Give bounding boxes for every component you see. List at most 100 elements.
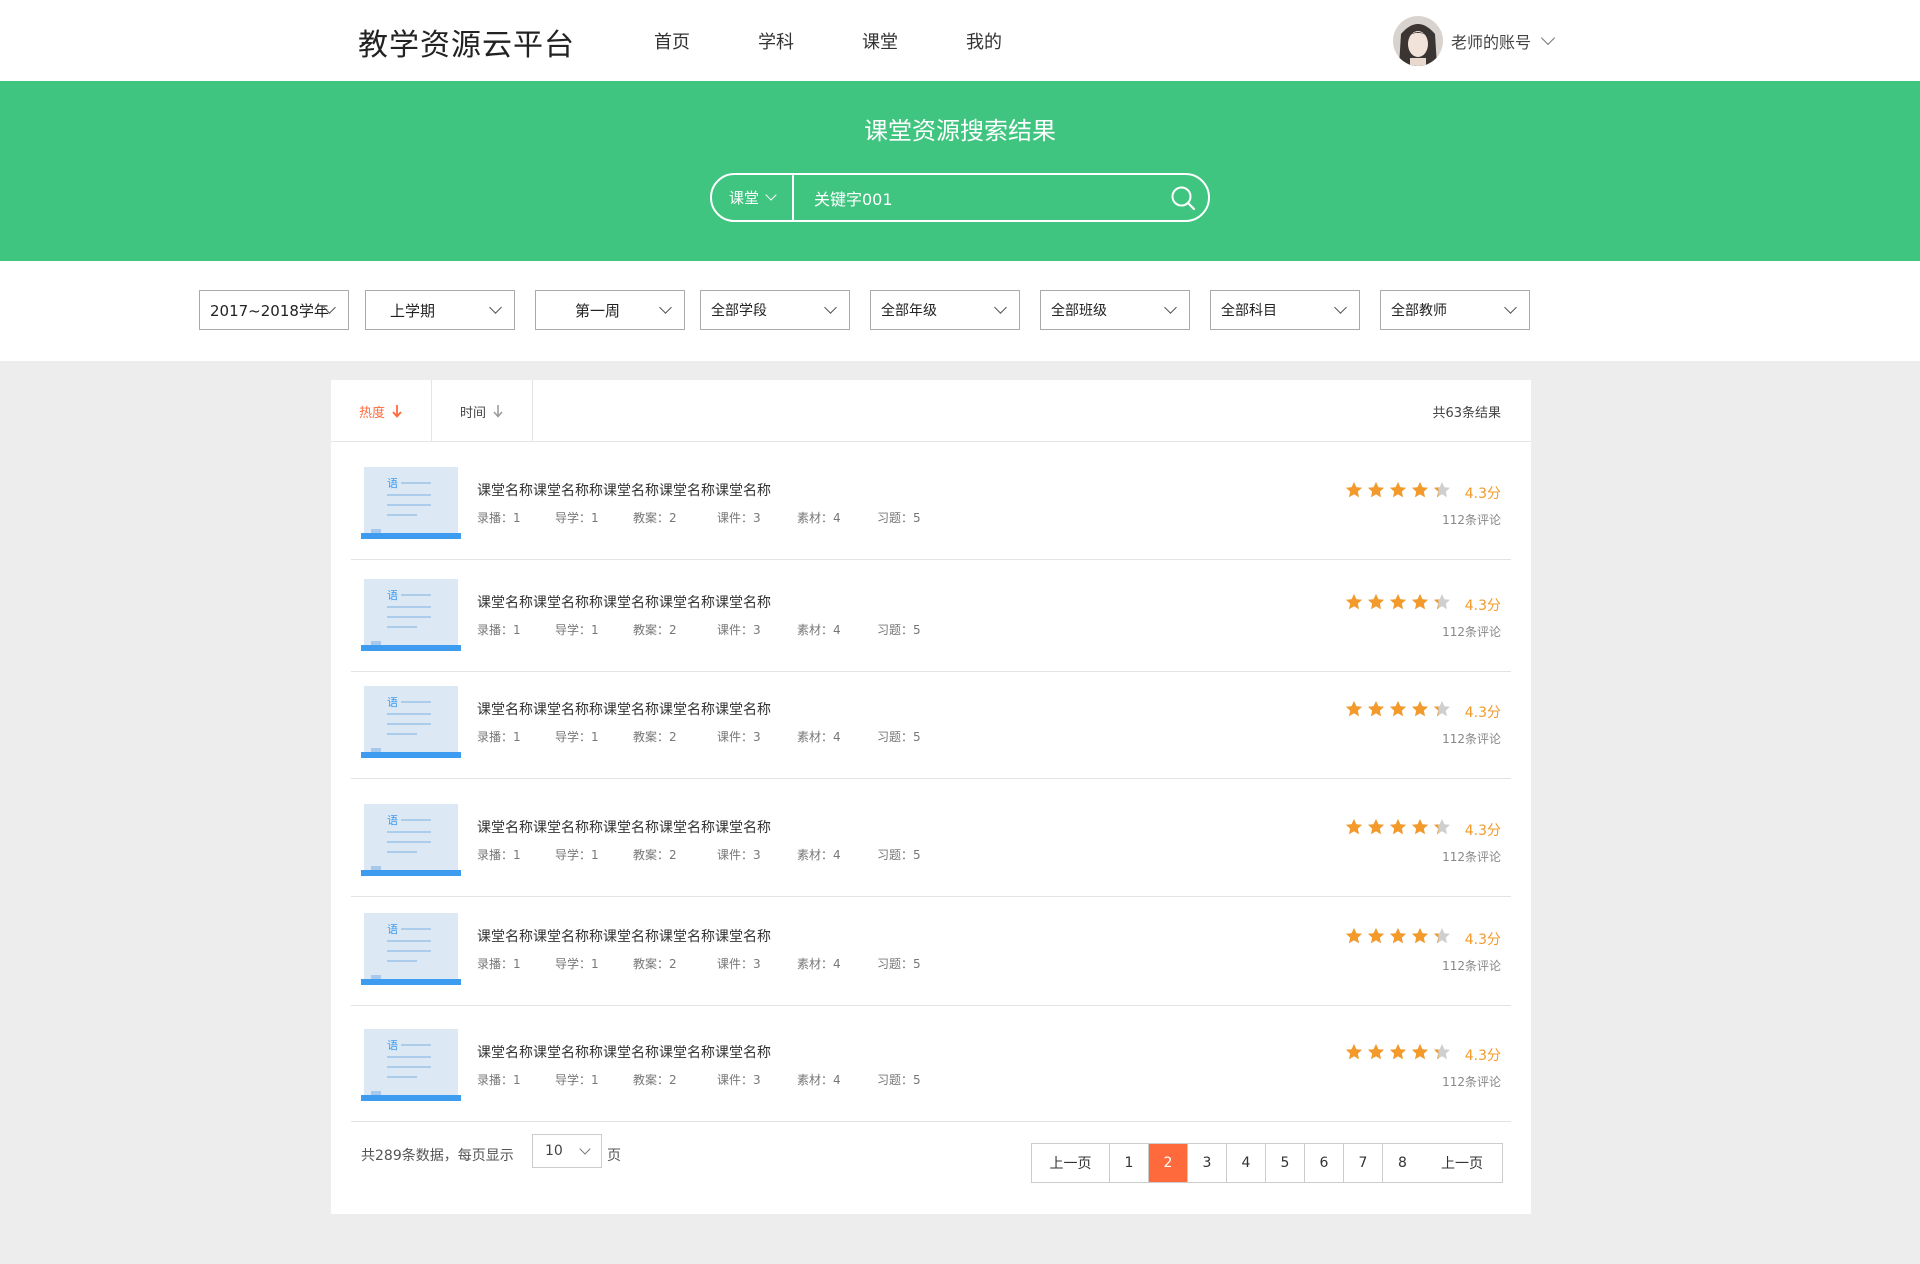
nav-subject[interactable]: 学科 [758, 28, 794, 54]
star-icon [1434, 701, 1450, 717]
result-row[interactable]: 语 课堂名称课堂名称称课堂名称课堂名称课堂名称 录播：1 导学：1 教案：2 课件：3… [351, 785, 1511, 897]
result-stat: 习题：5 [877, 848, 921, 862]
star-icon [1434, 594, 1450, 610]
star-icon [1346, 928, 1362, 944]
rating-stars [1341, 481, 1451, 501]
result-stat: 导学：1 [555, 730, 599, 744]
result-stat: 录播：1 [477, 957, 521, 971]
page-size-select[interactable]: 10 [532, 1134, 602, 1168]
stage-select[interactable]: 全部学段 [700, 290, 850, 330]
review-count[interactable]: 112条评论 [1442, 511, 1501, 528]
search-button[interactable] [1158, 175, 1208, 220]
class-select[interactable]: 全部班级 [1040, 290, 1190, 330]
result-thumbnail[interactable]: 语 [361, 804, 461, 876]
account-menu[interactable]: 老师的账号 [1393, 15, 1556, 67]
search-input[interactable] [794, 175, 1158, 220]
result-stat: 课件：3 [717, 1073, 761, 1087]
result-title[interactable]: 课堂名称课堂名称称课堂名称课堂名称课堂名称 [477, 1042, 771, 1062]
page-number-button[interactable]: 4 [1227, 1144, 1266, 1182]
result-stat: 录播：1 [477, 848, 521, 862]
subject-select[interactable]: 全部科目 [1210, 290, 1360, 330]
rating-score: 4.3分 [1464, 486, 1501, 502]
rating-stars [1341, 1043, 1451, 1063]
page-number-button[interactable]: 8 [1383, 1144, 1422, 1182]
nav-classroom[interactable]: 课堂 [862, 28, 898, 54]
star-icon [1412, 928, 1428, 944]
sort-label: 热度 [358, 405, 385, 421]
avatar[interactable] [1393, 16, 1443, 66]
result-stat: 素材：4 [797, 623, 841, 637]
result-stat: 录播：1 [477, 730, 521, 744]
star-icon [1412, 482, 1428, 498]
result-stat: 课件：3 [717, 957, 761, 971]
result-count: 共63条结果 [1432, 406, 1501, 421]
result-title[interactable]: 课堂名称课堂名称称课堂名称课堂名称课堂名称 [477, 817, 771, 837]
review-count[interactable]: 112条评论 [1442, 1073, 1501, 1090]
result-row[interactable]: 语 课堂名称课堂名称称课堂名称课堂名称课堂名称 录播：1 导学：1 教案：2 课件：3… [351, 448, 1511, 560]
teacher-select[interactable]: 全部教师 [1380, 290, 1530, 330]
grade-select[interactable]: 全部年级 [870, 290, 1020, 330]
star-icon [1412, 701, 1428, 717]
result-title[interactable]: 课堂名称课堂名称称课堂名称课堂名称课堂名称 [477, 926, 771, 946]
star-icon [1346, 482, 1362, 498]
result-thumbnail[interactable]: 语 [361, 1029, 461, 1101]
prev-page-button[interactable]: 上一页 [1032, 1144, 1110, 1182]
result-title[interactable]: 课堂名称课堂名称称课堂名称课堂名称课堂名称 [477, 592, 771, 612]
result-stat: 教案：2 [633, 730, 677, 744]
rating-score: 4.3分 [1464, 705, 1501, 721]
result-stat: 导学：1 [555, 1073, 599, 1087]
star-icon [1368, 482, 1384, 498]
select-value: 上学期 [390, 301, 436, 320]
result-stat: 录播：1 [477, 623, 521, 637]
search-scope-select[interactable]: 课堂 [712, 175, 794, 220]
select-value: 全部学段 [711, 303, 767, 319]
result-stat: 素材：4 [797, 957, 841, 971]
result-stat: 习题：5 [877, 730, 921, 744]
result-title[interactable]: 课堂名称课堂名称称课堂名称课堂名称课堂名称 [477, 480, 771, 500]
week-select[interactable]: 第一周 [535, 290, 685, 330]
chevron-down-icon [579, 1143, 591, 1155]
review-count[interactable]: 112条评论 [1442, 730, 1501, 747]
account-name: 老师的账号 [1451, 33, 1532, 52]
page-number-button[interactable]: 7 [1344, 1144, 1383, 1182]
rating-score: 4.3分 [1464, 598, 1501, 614]
result-stat: 素材：4 [797, 848, 841, 862]
school-year-select[interactable]: 2017~2018学年 [199, 290, 349, 330]
result-title[interactable]: 课堂名称课堂名称称课堂名称课堂名称课堂名称 [477, 699, 771, 719]
thumb-char: 语 [387, 1039, 398, 1052]
site-logo[interactable]: 教学资源云平台 [358, 20, 575, 64]
page-number-button[interactable]: 5 [1266, 1144, 1305, 1182]
nav-home[interactable]: 首页 [654, 28, 690, 54]
result-thumbnail[interactable]: 语 [361, 913, 461, 985]
result-stat: 素材：4 [797, 730, 841, 744]
result-stat: 录播：1 [477, 1073, 521, 1087]
next-page-button[interactable]: 上一页 [1422, 1144, 1502, 1182]
page-number-button[interactable]: 3 [1188, 1144, 1227, 1182]
nav-mine[interactable]: 我的 [966, 28, 1002, 54]
review-count[interactable]: 112条评论 [1442, 623, 1501, 640]
page-number-button[interactable]: 6 [1305, 1144, 1344, 1182]
result-row[interactable]: 语 课堂名称课堂名称称课堂名称课堂名称课堂名称 录播：1 导学：1 教案：2 课件：3… [351, 667, 1511, 779]
result-row[interactable]: 语 课堂名称课堂名称称课堂名称课堂名称课堂名称 录播：1 导学：1 教案：2 课件：3… [351, 560, 1511, 672]
review-count[interactable]: 112条评论 [1442, 848, 1501, 865]
page-number-button[interactable]: 2 [1149, 1144, 1188, 1182]
pagination: 上一页 12345678 上一页 [1031, 1143, 1503, 1183]
result-thumbnail[interactable]: 语 [361, 579, 461, 651]
chevron-down-icon [765, 189, 777, 201]
star-icon [1390, 701, 1406, 717]
star-icon [1390, 1044, 1406, 1060]
page-number-button[interactable]: 1 [1110, 1144, 1149, 1182]
review-count[interactable]: 112条评论 [1442, 957, 1501, 974]
result-thumbnail[interactable]: 语 [361, 467, 461, 539]
star-icon [1434, 928, 1450, 944]
star-icon [1368, 928, 1384, 944]
arrow-down-icon [392, 405, 402, 418]
result-thumbnail[interactable]: 语 [361, 686, 461, 758]
result-row[interactable]: 语 课堂名称课堂名称称课堂名称课堂名称课堂名称 录播：1 导学：1 教案：2 课件：3… [351, 894, 1511, 1006]
sort-by-popularity[interactable]: 热度 [331, 380, 432, 442]
sort-by-time[interactable]: 时间 [432, 380, 533, 442]
top-header: 教学资源云平台 首页 学科 课堂 我的 老师的账号 [0, 0, 1920, 81]
semester-select[interactable]: 上学期 [365, 290, 515, 330]
result-row[interactable]: 语 课堂名称课堂名称称课堂名称课堂名称课堂名称 录播：1 导学：1 教案：2 课件：3… [351, 1010, 1511, 1122]
result-stat: 课件：3 [717, 623, 761, 637]
